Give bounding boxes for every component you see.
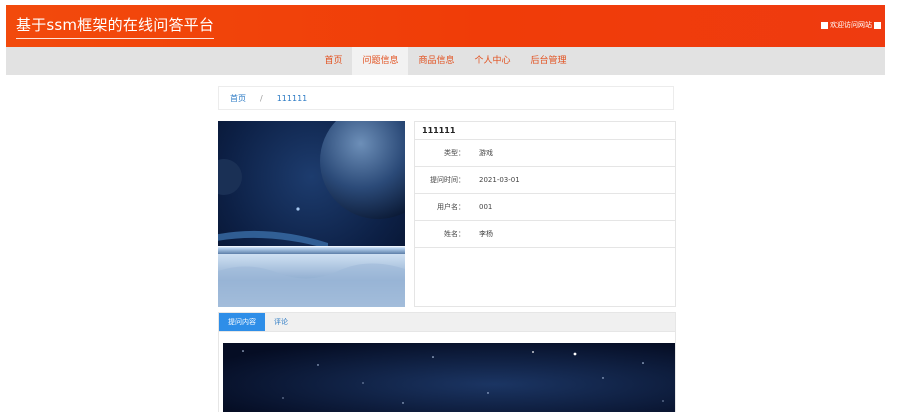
info-label: 姓名： <box>444 230 465 238</box>
breadcrumb-home-link[interactable]: 首页 <box>230 93 246 104</box>
info-value: 李杨 <box>479 230 493 238</box>
question-info-panel: 111111 类型： 游戏 提问时间： 2021-03-01 用户名： 001 … <box>414 121 676 307</box>
welcome-text: 欢迎访问网站 <box>830 21 872 29</box>
space-planet-image <box>218 121 405 307</box>
breadcrumb-current: 111111 <box>276 93 308 103</box>
tab-comments[interactable]: 评论 <box>265 313 297 331</box>
welcome-area: 欢迎访问网站 <box>821 20 881 30</box>
nav-item-products[interactable]: 商品信息 <box>408 47 464 75</box>
info-value: 游戏 <box>479 149 493 157</box>
content-image <box>223 343 675 412</box>
nav-item-home[interactable]: 首页 <box>314 47 352 75</box>
detail-tabs: 提问内容 评论 <box>218 312 676 332</box>
nav-item-profile[interactable]: 个人中心 <box>465 47 521 75</box>
info-row-name: 姓名： 李杨 <box>415 221 675 248</box>
site-header: 基于ssm框架的在线问答平台 欢迎访问网站 <box>6 5 885 47</box>
starfield-image <box>223 343 675 412</box>
info-label: 用户名： <box>437 203 465 211</box>
info-value: 001 <box>479 203 493 211</box>
nav-item-admin[interactable]: 后台管理 <box>521 47 577 75</box>
question-title: 111111 <box>415 122 675 140</box>
info-label: 提问时间： <box>430 176 465 184</box>
nav-item-questions[interactable]: 问题信息 <box>352 47 409 75</box>
breadcrumb-separator: / <box>260 93 263 103</box>
info-row-ask-time: 提问时间： 2021-03-01 <box>415 167 675 194</box>
site-title: 基于ssm框架的在线问答平台 <box>16 14 215 39</box>
square-icon <box>821 21 828 29</box>
breadcrumb: 首页 / 111111 <box>218 86 674 110</box>
question-content-panel <box>218 332 676 412</box>
info-row-type: 类型： 游戏 <box>415 140 675 167</box>
info-label: 类型： <box>444 149 465 157</box>
info-value: 2021-03-01 <box>479 176 520 184</box>
main-nav: 首页 问题信息 商品信息 个人中心 后台管理 <box>6 47 885 75</box>
square-icon <box>874 21 881 29</box>
question-cover-image <box>218 121 405 307</box>
tab-question-content[interactable]: 提问内容 <box>219 313 265 331</box>
info-row-username: 用户名： 001 <box>415 194 675 221</box>
